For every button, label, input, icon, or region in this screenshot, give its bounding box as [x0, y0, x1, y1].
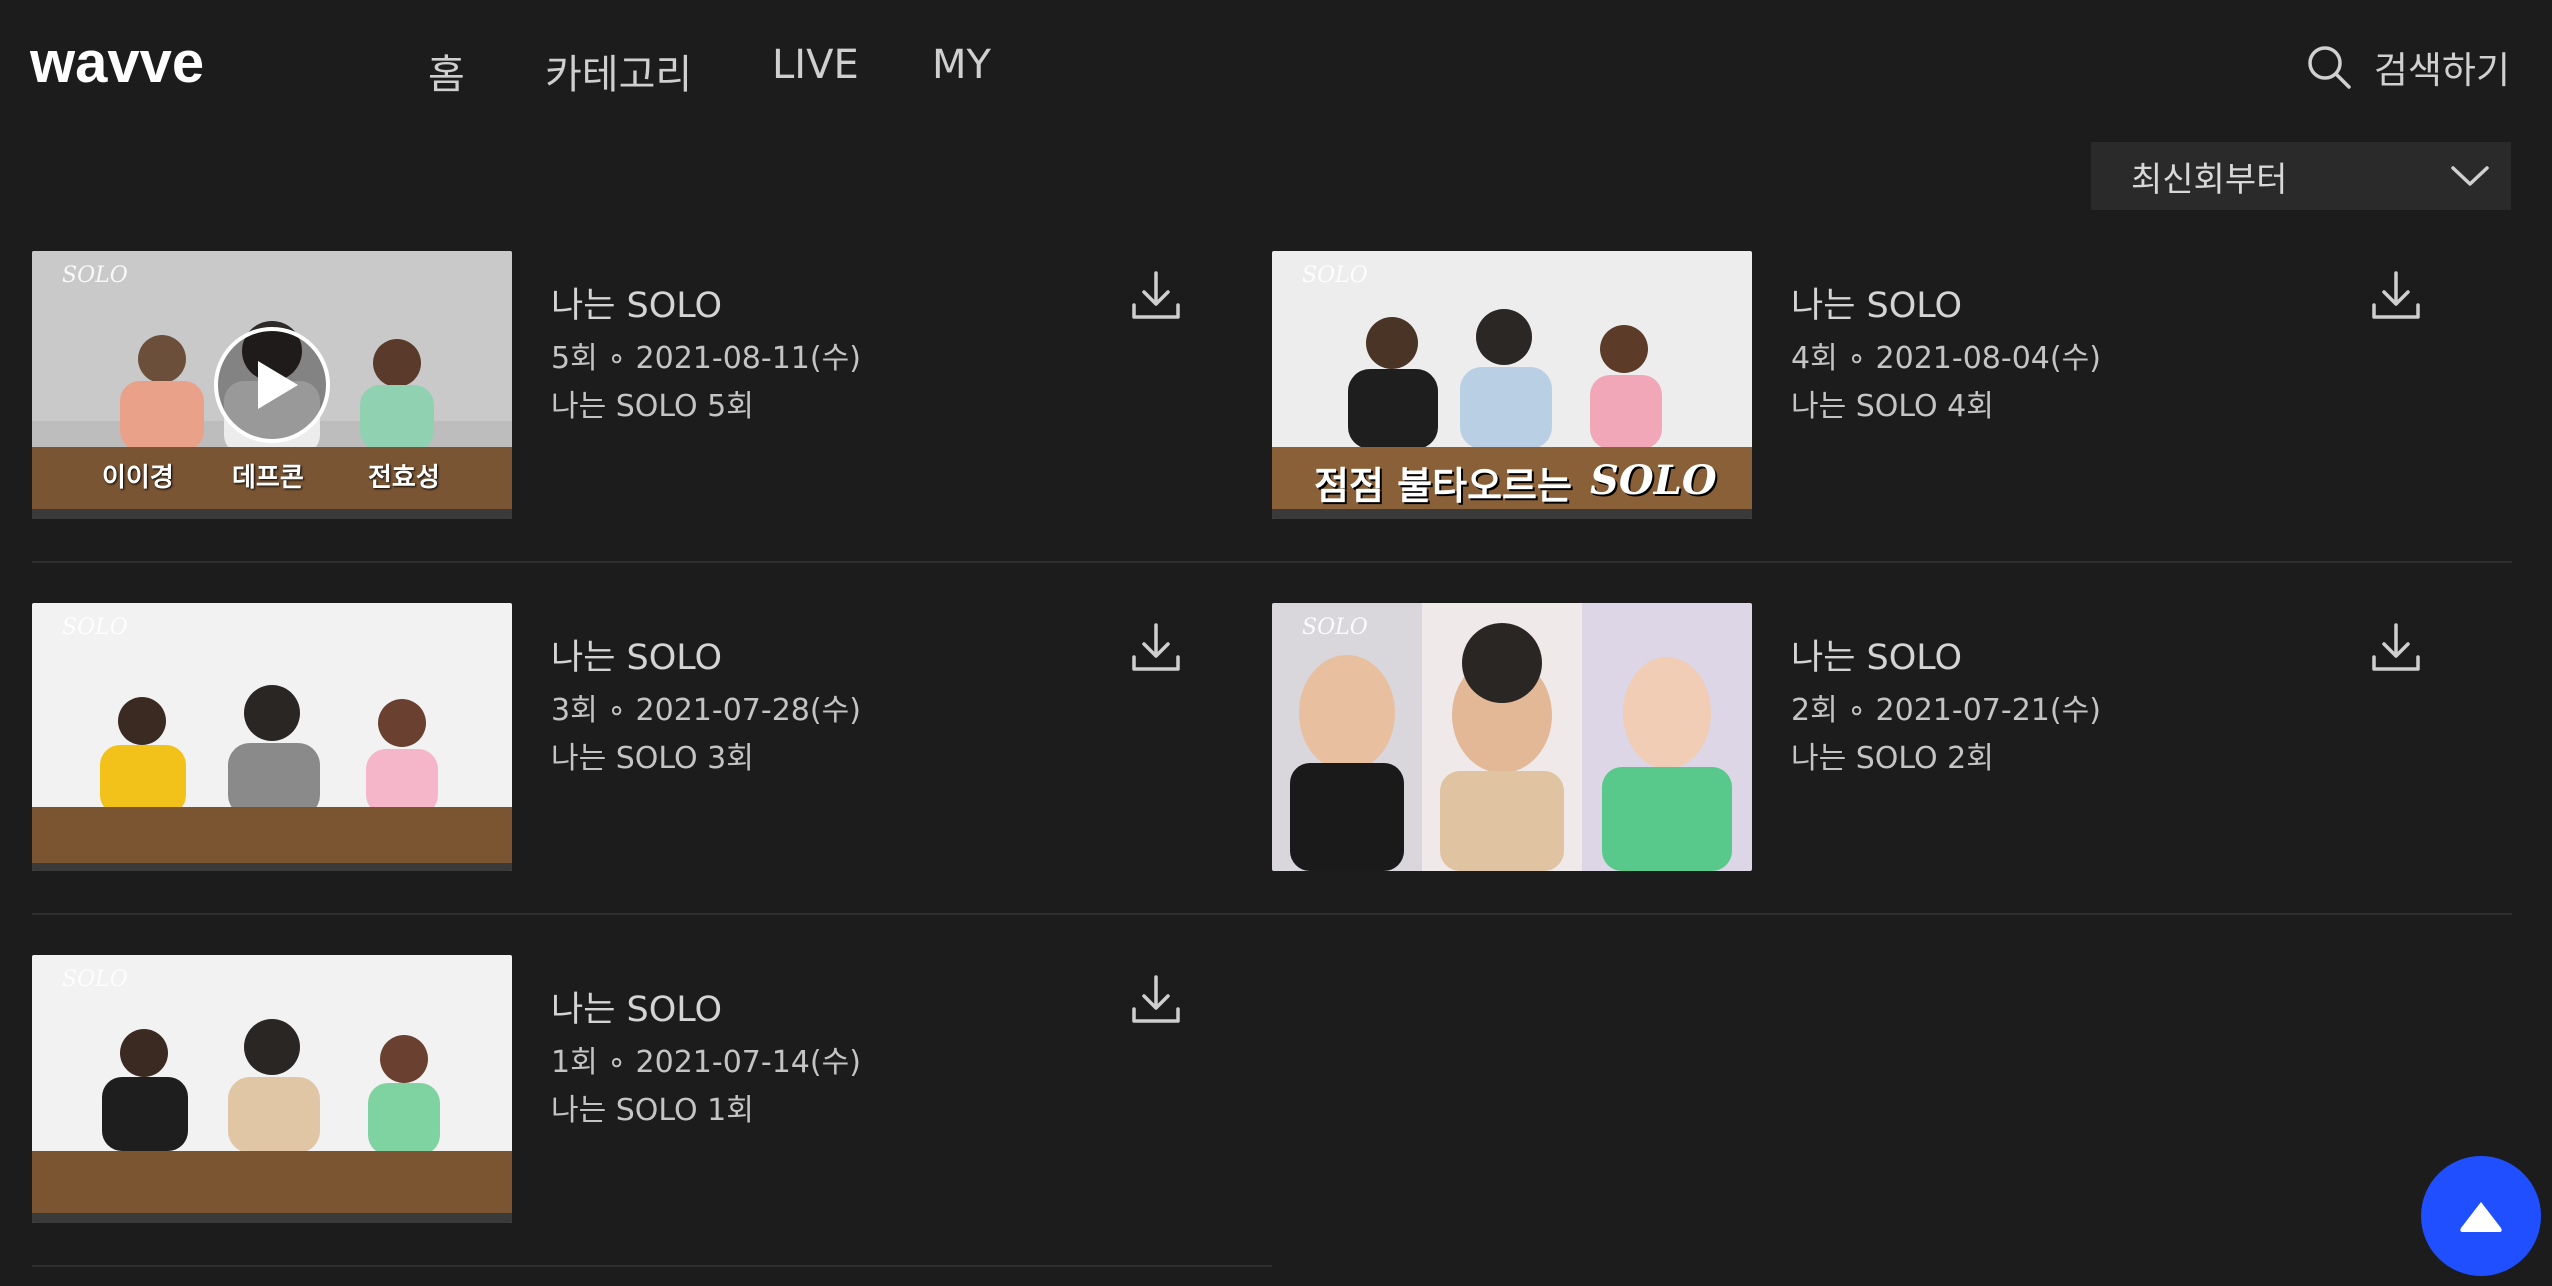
- sort-selected: 최신회부터: [2131, 160, 2288, 200]
- episode-title[interactable]: 나는 SOLO: [1791, 629, 1962, 680]
- chevron-down-icon: [2451, 166, 2489, 186]
- episode-title[interactable]: 나는 SOLO: [551, 277, 722, 328]
- episode-meta: 5회 ∘ 2021-08-11(수): [551, 341, 861, 376]
- episode-description: 나는 SOLO 1회: [551, 1093, 754, 1128]
- show-brand-mark: SOLO: [1302, 615, 1368, 640]
- episode-meta: 3회 ∘ 2021-07-28(수): [551, 693, 861, 728]
- episode-card[interactable]: SOLO 이이경 데프콘 전효성 나는 SOLO 5회 ∘ 2021-08-11…: [32, 251, 1272, 519]
- cast-name: 이이경: [102, 463, 174, 493]
- download-icon[interactable]: [2366, 265, 2426, 325]
- download-icon[interactable]: [1126, 265, 1186, 325]
- episode-thumbnail[interactable]: SOLO 점점 불타오르는 SOLO: [1272, 251, 1752, 519]
- episode-thumbnail[interactable]: SOLO: [32, 955, 512, 1223]
- play-icon[interactable]: [212, 325, 332, 445]
- episode-description: 나는 SOLO 3회: [551, 741, 754, 776]
- episode-card[interactable]: SOLO 나는 SOLO 3회 ∘ 2021-07-28(수) 나는 SOLO …: [32, 603, 1272, 871]
- search-label: 검색하기: [2373, 49, 2510, 92]
- episode-thumbnail[interactable]: SOLO: [32, 603, 512, 871]
- sort-dropdown[interactable]: 최신회부터: [2091, 142, 2511, 210]
- nav-my[interactable]: MY: [932, 42, 991, 88]
- wavve-logo[interactable]: wavve: [30, 34, 260, 94]
- episode-thumbnail[interactable]: SOLO 이이경 데프콘 전효성: [32, 251, 512, 519]
- nav-home[interactable]: 홈: [428, 42, 465, 100]
- show-brand-mark: SOLO: [1302, 263, 1368, 288]
- episode-description: 나는 SOLO 4회: [1791, 389, 1994, 424]
- episode-meta: 4회 ∘ 2021-08-04(수): [1791, 341, 2101, 376]
- episode-title[interactable]: 나는 SOLO: [1791, 277, 1962, 328]
- show-brand-mark: SOLO: [62, 263, 128, 288]
- download-icon[interactable]: [1126, 969, 1186, 1029]
- episode-card[interactable]: SOLO 나는 SOLO 2회 ∘ 2021-07-21(수) 나는 SOLO …: [1272, 603, 2512, 871]
- episode-description: 나는 SOLO 5회: [551, 389, 754, 424]
- download-icon[interactable]: [2366, 617, 2426, 677]
- show-brand-mark: SOLO: [62, 615, 128, 640]
- row-divider: [32, 561, 2512, 563]
- nav-category[interactable]: 카테고리: [545, 42, 692, 100]
- episode-meta: 1회 ∘ 2021-07-14(수): [551, 1045, 861, 1080]
- svg-text:wavve: wavve: [30, 34, 204, 94]
- cast-name: 데프콘: [232, 463, 304, 493]
- search-icon: [2308, 46, 2351, 89]
- thumbnail-caption: 점점 불타오르는: [1314, 464, 1572, 508]
- episode-thumbnail[interactable]: SOLO: [1272, 603, 1752, 871]
- episode-card[interactable]: SOLO 나는 SOLO 1회 ∘ 2021-07-14(수) 나는 SOLO …: [32, 955, 1272, 1223]
- episode-meta: 2회 ∘ 2021-07-21(수): [1791, 693, 2101, 728]
- scroll-top-button[interactable]: [2421, 1156, 2541, 1276]
- show-brand-mark: SOLO: [62, 967, 128, 992]
- row-divider: [32, 913, 2512, 915]
- episode-title[interactable]: 나는 SOLO: [551, 981, 722, 1032]
- episode-description: 나는 SOLO 2회: [1791, 741, 1994, 776]
- episode-title[interactable]: 나는 SOLO: [551, 629, 722, 680]
- header: wavve 홈 카테고리 LIVE MY 검색하기: [0, 0, 2552, 130]
- row-divider: [32, 1265, 1272, 1267]
- download-icon[interactable]: [1126, 617, 1186, 677]
- nav-live[interactable]: LIVE: [772, 42, 859, 88]
- arrow-up-icon: [2460, 1202, 2502, 1232]
- search-button[interactable]: 검색하기: [2306, 40, 2510, 94]
- episode-card[interactable]: SOLO 점점 불타오르는 SOLO 나는 SOLO 4회 ∘ 2021-08-…: [1272, 251, 2512, 519]
- thumbnail-caption-logo: SOLO: [1590, 457, 1717, 504]
- cast-name: 전효성: [368, 463, 440, 493]
